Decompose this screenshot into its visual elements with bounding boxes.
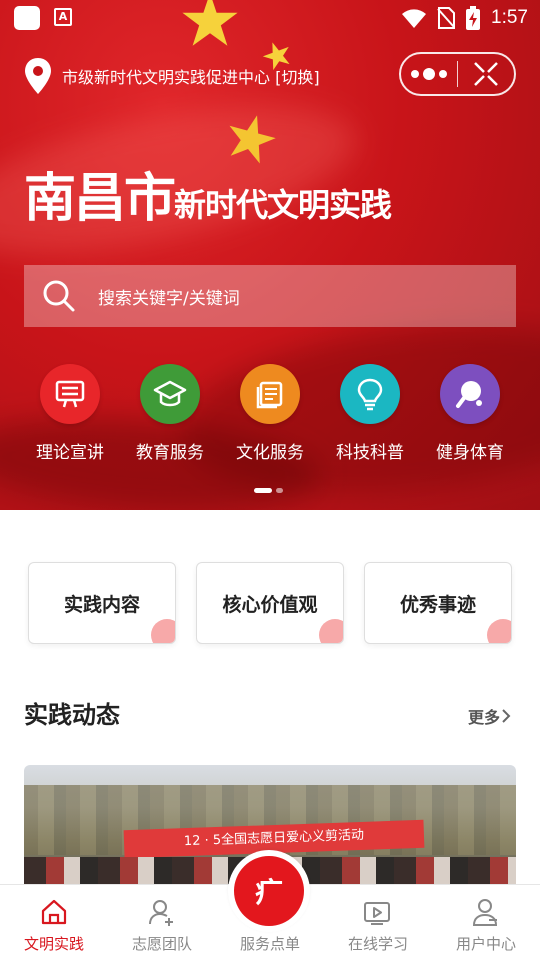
dot-icon <box>423 68 435 80</box>
quick-link-label: 实践内容 <box>63 593 140 616</box>
hero-title: 南昌市新时代文明实践 <box>24 156 392 231</box>
home-icon <box>41 899 67 925</box>
app-screen: A 1:57 市级新时代文明实践促进中心 [切换] 南昌市新时代文明实践 搜索关… <box>0 0 540 960</box>
more-label: 更多 <box>467 708 500 727</box>
tab-label: 服务点单 <box>239 935 300 953</box>
video-play-icon <box>364 902 390 925</box>
pager-dot-active <box>254 488 272 493</box>
user-add-icon <box>149 900 173 926</box>
quick-link-label: 优秀事迹 <box>399 593 476 616</box>
close-button[interactable] <box>458 54 514 94</box>
clock: 1:57 <box>491 7 528 28</box>
search-icon <box>43 280 75 312</box>
tab-civilization-practice[interactable]: 文明实践 <box>0 885 108 960</box>
close-icon <box>474 62 498 86</box>
tab-user-center[interactable]: 用户中心 <box>432 885 540 960</box>
tab-volunteer-team[interactable]: 志愿团队 <box>108 885 216 960</box>
tab-label: 在线学习 <box>347 935 408 953</box>
wifi-icon <box>402 9 427 28</box>
hero-subtitle: 新时代文明实践 <box>174 186 392 224</box>
location-pin-icon <box>25 58 51 94</box>
category-culture[interactable]: 文化服务 <box>220 364 320 464</box>
quick-links: 实践内容 核心价值观 优秀事迹 <box>28 562 512 644</box>
service-order-button[interactable]: 疒 <box>228 850 310 932</box>
dot-icon <box>411 70 419 78</box>
chevron-right-icon <box>502 709 511 723</box>
location-switcher[interactable]: 市级新时代文明实践促进中心 [切换] <box>22 56 320 96</box>
category-grid: 理论宣讲 教育服务 文化服务 科技科普 健身体育 <box>20 364 520 464</box>
category-label: 科技科普 <box>336 443 404 463</box>
category-label: 健身体育 <box>436 443 504 463</box>
decor-blob <box>319 619 343 643</box>
category-education[interactable]: 教育服务 <box>120 364 220 464</box>
quick-link-core-values[interactable]: 核心价值观 <box>196 562 344 644</box>
decor-blob <box>487 619 511 643</box>
dot-icon <box>439 70 447 78</box>
category-label: 教育服务 <box>136 443 204 463</box>
carousel-pager <box>254 488 283 494</box>
user-center-icon <box>472 899 498 926</box>
category-label: 文化服务 <box>236 443 304 463</box>
category-sports[interactable]: 健身体育 <box>420 364 520 464</box>
graduation-cap-icon <box>140 364 200 424</box>
search-bar[interactable]: 搜索关键字/关键词 <box>24 265 516 327</box>
status-bar: A 1:57 <box>0 0 540 36</box>
hero-banner: A 1:57 市级新时代文明实践促进中心 [切换] 南昌市新时代文明实践 搜索关… <box>0 0 540 510</box>
search-placeholder: 搜索关键字/关键词 <box>98 288 240 309</box>
ping-pong-icon <box>440 364 500 424</box>
tab-online-learning[interactable]: 在线学习 <box>324 885 432 960</box>
decor-blob <box>151 619 175 643</box>
category-lecture[interactable]: 理论宣讲 <box>20 364 120 464</box>
tab-label: 志愿团队 <box>131 935 192 953</box>
lecture-icon <box>40 364 100 424</box>
pager-dot <box>276 488 283 493</box>
quick-link-label: 核心价值观 <box>222 593 318 616</box>
battery-charging-icon <box>466 6 481 30</box>
section-title: 实践动态 <box>24 701 120 729</box>
quick-link-practice-content[interactable]: 实践内容 <box>28 562 176 644</box>
notification-a-icon: A <box>54 8 72 26</box>
order-icon: 疒 <box>234 856 304 926</box>
tab-label: 用户中心 <box>455 935 516 953</box>
tab-label: 文明实践 <box>23 935 84 953</box>
quick-link-outstanding-deeds[interactable]: 优秀事迹 <box>364 562 512 644</box>
location-label: 市级新时代文明实践促进中心 [切换] <box>62 68 320 87</box>
document-icon <box>240 364 300 424</box>
more-link[interactable]: 更多 <box>468 704 512 728</box>
city-name: 南昌市 <box>24 169 176 229</box>
category-label: 理论宣讲 <box>36 443 104 463</box>
miniapp-capsule <box>399 52 516 96</box>
more-options-button[interactable] <box>401 54 457 94</box>
no-sim-icon <box>437 7 456 29</box>
lightbulb-icon <box>340 364 400 424</box>
category-science[interactable]: 科技科普 <box>320 364 420 464</box>
notification-app-icon <box>14 6 40 30</box>
